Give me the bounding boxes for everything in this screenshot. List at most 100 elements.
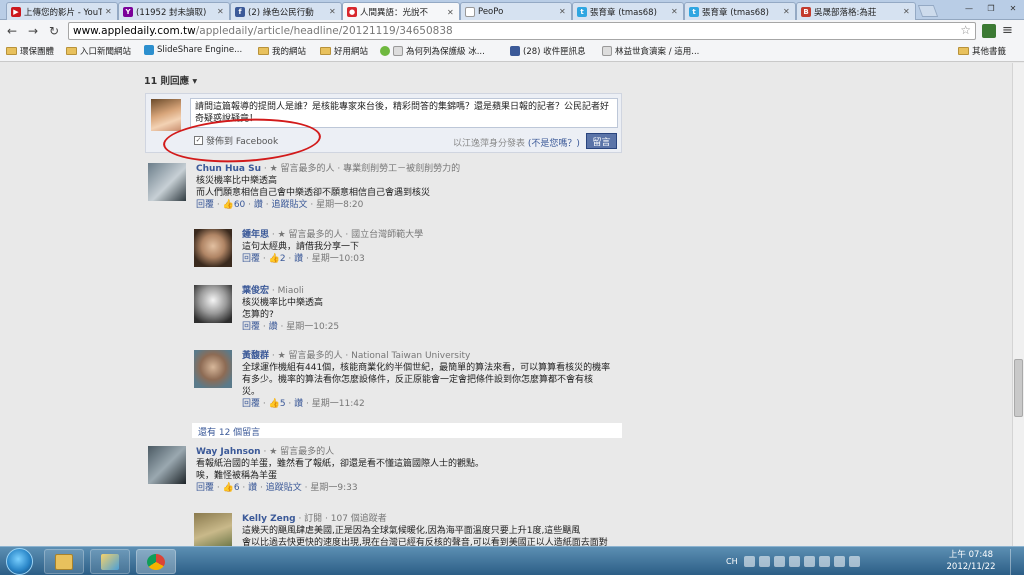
bookmark-label: 我的網站	[272, 47, 307, 57]
follow-post-link[interactable]: 追蹤貼文	[271, 200, 307, 210]
volume-icon[interactable]	[818, 556, 830, 567]
commenter-name[interactable]: Way Jahnson	[196, 447, 261, 457]
post-comment-button[interactable]: 留言	[586, 133, 617, 149]
bookmark-item[interactable]: 林益世貪瀆案 / 這用...	[602, 45, 699, 57]
comment-count[interactable]: 11 則回應 ▾	[144, 73, 197, 87]
close-tab-icon[interactable]: ✕	[903, 7, 911, 16]
yahoo-mail-icon: Y	[123, 6, 133, 17]
extension-icon[interactable]	[982, 24, 996, 38]
like-link[interactable]: 讚	[254, 200, 263, 210]
wifi-icon[interactable]	[848, 556, 860, 567]
not-you-link[interactable]: (不是您嗎？)	[528, 139, 580, 149]
facebook-icon	[510, 46, 520, 56]
close-tab-icon[interactable]: ✕	[105, 7, 113, 16]
close-tab-icon[interactable]: ✕	[329, 7, 337, 16]
reply-link[interactable]: 回覆	[242, 399, 260, 409]
like-link[interactable]: 讚	[294, 399, 303, 409]
minimize-icon[interactable]: —	[958, 0, 980, 16]
bookmark-item[interactable]: SlideShare Engine...	[144, 45, 242, 55]
back-arrow-icon[interactable]: ←	[3, 22, 21, 40]
page-icon	[380, 46, 390, 56]
like-count[interactable]: 2	[280, 254, 286, 264]
power-icon[interactable]	[833, 556, 845, 567]
tab-facebook[interactable]: f (2) 綠色公民行動 ✕	[230, 2, 342, 20]
tab-youtube[interactable]: ▶ 上傳您的影片 - YouTube ✕	[6, 2, 118, 20]
vertical-scrollbar[interactable]	[1012, 63, 1024, 547]
close-tab-icon[interactable]: ✕	[783, 7, 791, 16]
tab-label: (2) 綠色公民行動	[248, 7, 314, 18]
tab-peopo[interactable]: PeoPo ✕	[460, 2, 572, 20]
forward-arrow-icon[interactable]: →	[24, 22, 42, 40]
commenter-meta: · ★ 留言最多的人	[263, 447, 335, 457]
close-tab-icon[interactable]: ✕	[447, 8, 455, 17]
commenter-name[interactable]: 鍾年思	[242, 230, 269, 240]
flag-icon[interactable]	[788, 556, 800, 567]
like-count[interactable]: 5	[280, 399, 286, 409]
taskbar-explorer[interactable]	[44, 549, 84, 574]
close-window-icon[interactable]: ✕	[1002, 0, 1024, 16]
tab-apple-daily[interactable]: ● 人間異語：光說不 ✕	[342, 2, 460, 21]
folder-icon	[6, 47, 17, 55]
clock[interactable]: 上午 07:48 2012/11/22	[944, 549, 998, 573]
bookmark-item[interactable]: 好用網站	[320, 45, 368, 57]
new-tab-button[interactable]	[917, 5, 939, 17]
address-bar[interactable]: www.appledaily.com.tw/appledaily/article…	[68, 22, 976, 40]
keyboard-icon[interactable]	[743, 556, 755, 567]
bookmark-item[interactable]: 為何列為保護級 冰...	[380, 45, 485, 57]
commenter-name[interactable]: Chun Hua Su	[196, 164, 261, 174]
close-tab-icon[interactable]: ✕	[671, 7, 679, 16]
commenter-name[interactable]: 葉俊宏	[242, 286, 269, 296]
start-button[interactable]	[6, 548, 33, 575]
like-count[interactable]: 6	[234, 483, 240, 493]
thumbs-up-icon: 👍	[222, 483, 234, 493]
language-indicator[interactable]: CH	[726, 557, 738, 566]
follow-post-link[interactable]: 追蹤貼文	[266, 483, 302, 493]
like-link[interactable]: 讚	[269, 322, 278, 332]
maximize-icon[interactable]: ❐	[980, 0, 1002, 16]
reply-link[interactable]: 回覆	[242, 322, 260, 332]
scrollbar-thumb[interactable]	[1014, 359, 1023, 417]
bookmark-item[interactable]: 我的網站	[258, 45, 306, 57]
like-count[interactable]: 60	[234, 200, 245, 210]
reply-link[interactable]: 回覆	[196, 483, 214, 493]
bookmark-item[interactable]: 入口新聞網站	[66, 45, 131, 57]
wrench-menu-icon[interactable]: ≡	[1002, 23, 1013, 38]
avatar	[148, 163, 186, 201]
facebook-icon: f	[235, 6, 245, 17]
timestamp: 星期一10:25	[286, 322, 340, 332]
bookmark-star-icon[interactable]: ☆	[960, 23, 971, 37]
page-icon	[393, 46, 403, 56]
show-desktop-button[interactable]	[1010, 549, 1024, 575]
close-tab-icon[interactable]: ✕	[559, 7, 567, 16]
reply-link[interactable]: 回覆	[196, 200, 214, 210]
comment-text: 怎算的?	[242, 310, 274, 320]
like-link[interactable]: 讚	[294, 254, 303, 264]
bookmark-item[interactable]: (28) 收件匣訊息	[510, 45, 586, 57]
tab-label: (11952 封未讀取)	[136, 7, 207, 18]
taskbar-chrome[interactable]	[136, 549, 176, 574]
bookmark-item[interactable]: 環保團體	[6, 45, 54, 57]
tab-blogger[interactable]: B 吳晟部落格:為莊 ✕	[796, 2, 916, 20]
tab-twitter[interactable]: t 張育章 (tmas68) ✕	[684, 2, 796, 20]
help-icon[interactable]	[758, 556, 770, 567]
tab-yahoo-mail[interactable]: Y (11952 封未讀取) ✕	[118, 2, 230, 20]
comment-text: 這句太經典，請借我分享一下	[242, 242, 360, 252]
commenter-name[interactable]: 黃馥群	[242, 351, 269, 361]
commenter-meta: · Miaoli	[271, 286, 304, 296]
thumbs-up-icon: 👍	[268, 254, 280, 264]
commenter-name[interactable]: Kelly Zeng	[242, 514, 296, 524]
network-icon[interactable]	[773, 556, 785, 567]
comment-text: 全球運作機組有441個，核能商業化約半個世紀，最簡單的算法來看，可以算算看核災的…	[242, 363, 611, 373]
reload-icon[interactable]: ↻	[45, 22, 63, 40]
close-tab-icon[interactable]: ✕	[217, 7, 225, 16]
other-bookmarks[interactable]: 其他書籤	[958, 45, 1006, 57]
tab-twitter[interactable]: t 張育章 (tmas68) ✕	[572, 2, 684, 20]
like-link[interactable]: 讚	[248, 483, 257, 493]
comment-text: 有多少。機率的算法看你怎麼設條件，反正原能會一定會把條件設到你怎麼算都不會有核	[242, 375, 594, 385]
blogger-icon: B	[801, 6, 811, 17]
comment-actions: 回覆 · 👍5 · 讚 · 星期一11:42	[242, 399, 365, 409]
more-replies-link[interactable]: 還有 12 個留言	[192, 423, 622, 438]
taskbar-paint[interactable]	[90, 549, 130, 574]
show-hidden-icons-icon[interactable]	[803, 556, 815, 567]
reply-link[interactable]: 回覆	[242, 254, 260, 264]
